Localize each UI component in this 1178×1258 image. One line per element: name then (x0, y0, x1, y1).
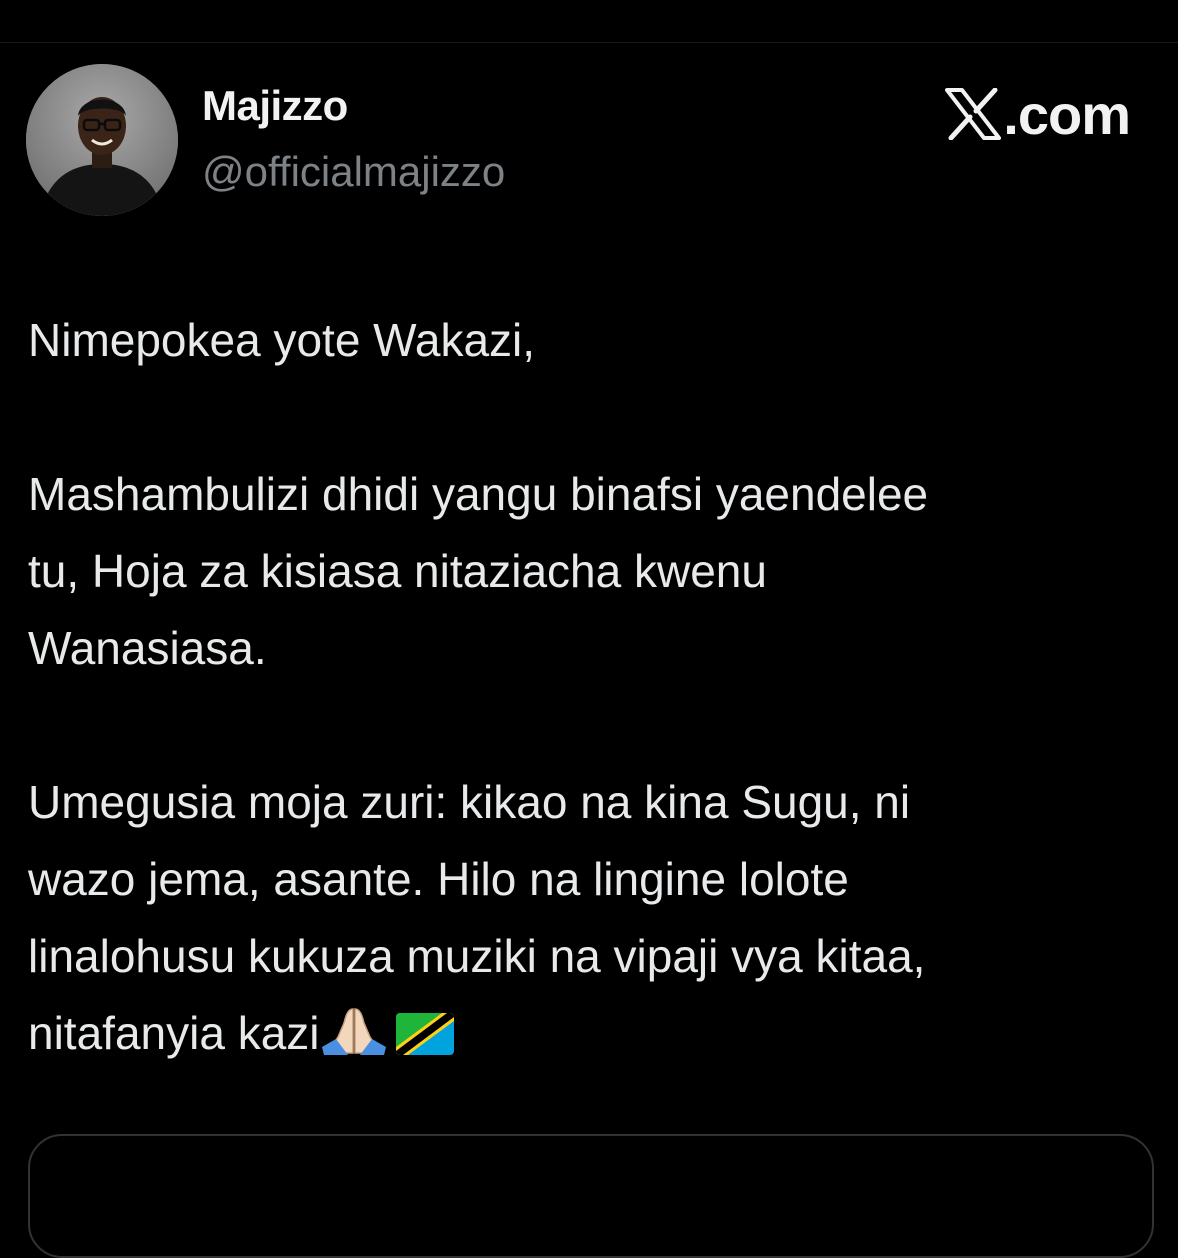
tanzania-flag-icon (395, 1001, 454, 1078)
tweet-line: tu, Hoja za kisiasa nitaziacha kwenu (28, 545, 767, 597)
tweet-line: Mashambulizi dhidi yangu binafsi yaendel… (28, 468, 929, 520)
avatar[interactable] (26, 64, 178, 216)
tweet-text: Nimepokea yote Wakazi, Mashambulizi dhid… (28, 302, 1158, 1078)
tweet-paragraph: Umegusia moja zuri: kikao na kina Sugu, … (28, 764, 1158, 1078)
author-display-name[interactable]: Majizzo (202, 82, 348, 130)
quoted-tweet-card[interactable] (28, 1134, 1154, 1258)
tweet-line: nitafanyia kazi (28, 1007, 320, 1059)
brand-watermark: .com (945, 82, 1131, 146)
profile-photo (26, 64, 178, 216)
brand-text: .com (1003, 82, 1131, 146)
tweet-line: wazo jema, asante. Hilo na lingine lolot… (28, 853, 849, 905)
tweet-line: linalohusu kukuza muziki na vipaji vya k… (28, 930, 926, 982)
x-logo-icon (945, 88, 1002, 140)
tweet-line: Umegusia moja zuri: kikao na kina Sugu, … (28, 776, 911, 828)
top-divider (0, 0, 1178, 43)
tweet-line: Nimepokea yote Wakazi, (28, 314, 536, 366)
tweet-paragraph: Mashambulizi dhidi yangu binafsi yaendel… (28, 456, 1158, 687)
folded-hands-icon (320, 1001, 388, 1078)
tweet-line: Wanasiasa. (28, 622, 267, 674)
tweet-paragraph: Nimepokea yote Wakazi, (28, 302, 1158, 379)
author-handle[interactable]: @officialmajizzo (202, 148, 505, 196)
